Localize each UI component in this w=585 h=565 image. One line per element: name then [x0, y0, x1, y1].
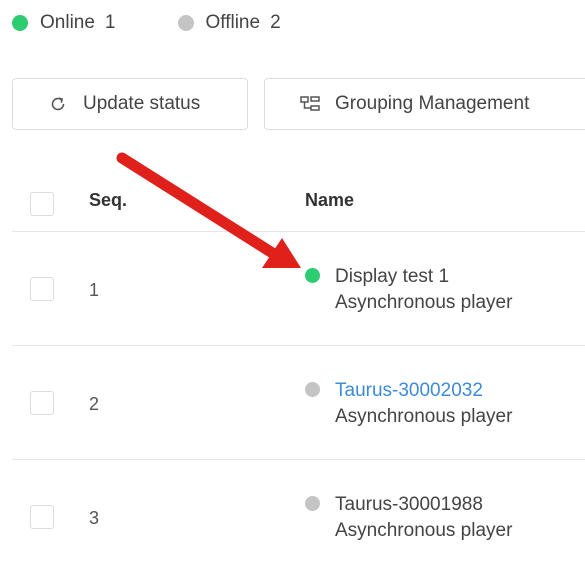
row-checkbox[interactable] [30, 505, 54, 529]
table-row: 3 Taurus-30001988 Asynchronous player [12, 460, 585, 565]
device-type: Asynchronous player [335, 520, 513, 541]
offline-status-icon [305, 496, 320, 511]
table-header: Seq. Name [12, 172, 585, 232]
update-status-label: Update status [83, 93, 201, 114]
device-list-page: Online 1 Offline 2 Update status Groupin… [0, 0, 585, 565]
legend-offline: Offline 2 [177, 12, 281, 34]
row-seq: 2 [89, 394, 100, 414]
table-row: 2 Taurus-30002032 Asynchronous player [12, 346, 585, 460]
device-name: Taurus-30001988 [335, 494, 483, 515]
grouping-icon [299, 93, 321, 115]
column-header-seq: Seq. [89, 190, 128, 210]
device-type: Asynchronous player [335, 406, 513, 427]
device-type: Asynchronous player [335, 292, 513, 313]
legend-online-count: 1 [104, 12, 116, 33]
online-status-icon [305, 268, 320, 283]
device-name: Display test 1 [335, 266, 450, 287]
device-name-cell: Display test 1 Asynchronous player [305, 265, 512, 316]
row-checkbox[interactable] [30, 391, 54, 415]
refresh-icon [47, 93, 69, 115]
device-table: Seq. Name 1 Display test 1 Asynchronous … [12, 172, 585, 565]
legend-online-label: Online [40, 12, 95, 33]
grouping-management-label: Grouping Management [335, 93, 530, 114]
row-seq: 1 [89, 280, 100, 300]
select-all-checkbox[interactable] [30, 192, 54, 216]
column-header-name: Name [305, 190, 355, 210]
grouping-management-button[interactable]: Grouping Management [264, 78, 585, 130]
offline-dot-icon [177, 15, 194, 31]
status-legend: Online 1 Offline 2 [12, 12, 343, 34]
online-dot-icon [12, 15, 28, 31]
device-name-cell: Taurus-30002032 Asynchronous player [305, 379, 512, 430]
device-name-link[interactable]: Taurus-30002032 [335, 379, 512, 403]
row-seq: 3 [89, 508, 100, 528]
offline-status-icon [305, 382, 320, 397]
legend-offline-label: Offline [205, 12, 261, 33]
table-row: 1 Display test 1 Asynchronous player [12, 232, 585, 346]
row-checkbox[interactable] [30, 277, 54, 301]
legend-online: Online 1 [12, 12, 116, 34]
update-status-button[interactable]: Update status [12, 78, 248, 130]
device-name-cell: Taurus-30001988 Asynchronous player [305, 493, 512, 544]
legend-offline-count: 2 [270, 12, 281, 33]
